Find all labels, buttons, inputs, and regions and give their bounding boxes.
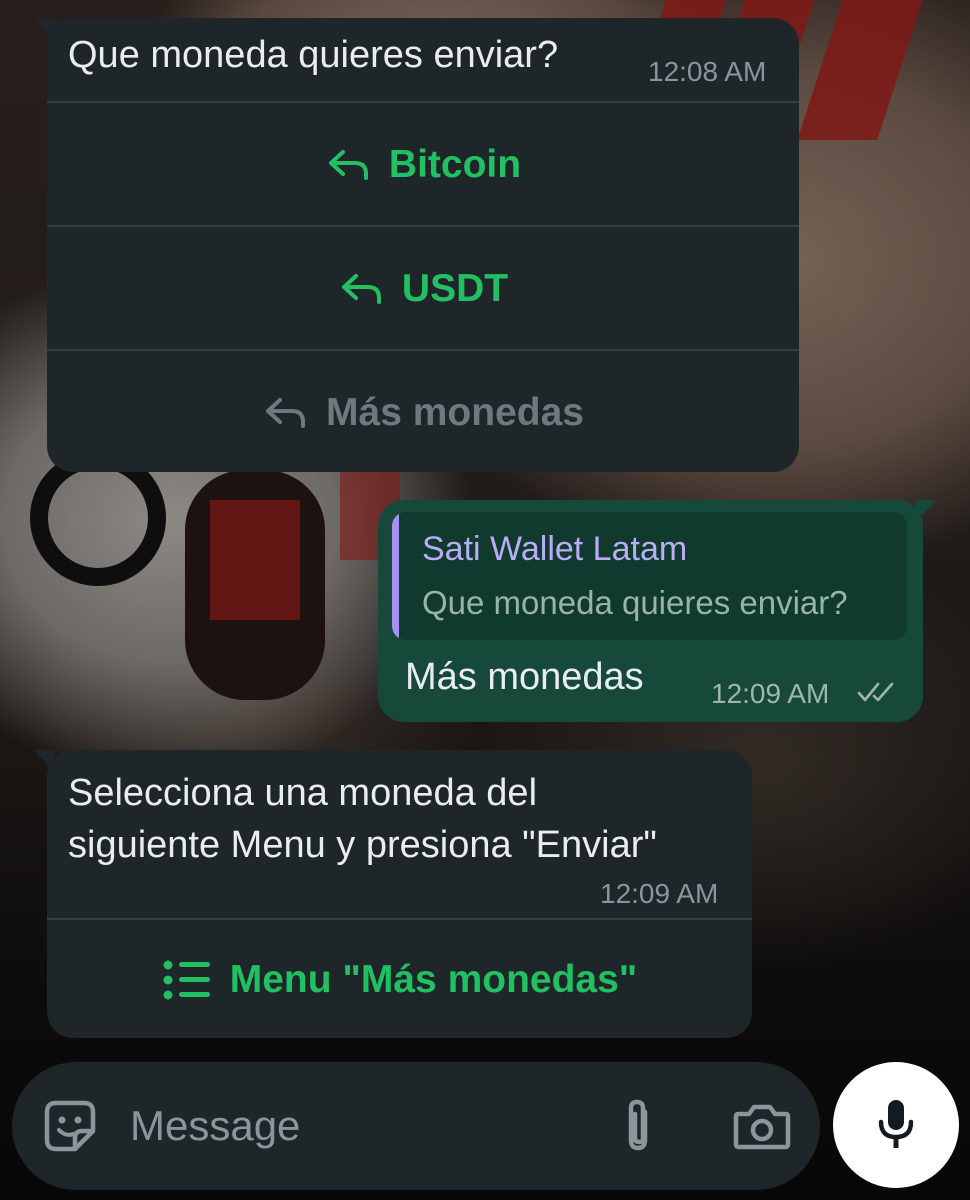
reply-button-bitcoin[interactable]: Bitcoin <box>47 101 799 227</box>
mic-icon <box>878 1100 914 1148</box>
quoted-message[interactable]: Sati Wallet Latam Que moneda quieres env… <box>392 512 907 640</box>
voice-record-button[interactable] <box>833 1062 959 1188</box>
bubble-tail <box>915 500 937 522</box>
camera-icon[interactable] <box>732 1100 792 1152</box>
incoming-message-bubble: Que moneda quieres enviar? 12:08 AM Bitc… <box>33 18 799 475</box>
list-menu-icon <box>163 960 210 1000</box>
incoming-message-bubble: Selecciona una moneda del siguiente Menu… <box>33 750 752 1040</box>
reply-arrow-icon <box>341 274 381 304</box>
reply-button-mas-monedas[interactable]: Más monedas <box>47 349 799 475</box>
message-input[interactable]: Message <box>130 1102 300 1150</box>
message-text-line-1: Selecciona una moneda del <box>68 772 538 814</box>
bubble-tail <box>33 750 55 772</box>
sticker-icon[interactable] <box>42 1098 98 1154</box>
reply-button-usdt[interactable]: USDT <box>47 225 799 351</box>
button-label: Menu "Más monedas" <box>229 958 638 1001</box>
quote-accent-bar <box>392 512 399 640</box>
bubble-tail <box>33 18 55 40</box>
reply-arrow-icon <box>266 398 306 428</box>
quoted-sender: Sati Wallet Latam <box>422 530 688 568</box>
outgoing-message-bubble: Sati Wallet Latam Que moneda quieres env… <box>378 500 937 722</box>
attach-icon[interactable] <box>618 1096 658 1156</box>
message-text: Que moneda quieres enviar? <box>68 34 559 76</box>
message-time: 12:09 AM <box>711 678 830 709</box>
reply-arrow-icon <box>328 150 368 180</box>
button-label: Más monedas <box>326 391 584 434</box>
quoted-text: Que moneda quieres enviar? <box>422 584 848 621</box>
message-text-line-2: siguiente Menu y presiona "Enviar" <box>68 824 657 866</box>
double-check-icon <box>857 682 894 702</box>
button-label: Bitcoin <box>388 143 522 186</box>
message-time: 12:09 AM <box>600 878 719 909</box>
message-composer: Message <box>12 1062 820 1190</box>
menu-button-mas-monedas[interactable]: Menu "Más monedas" <box>47 918 752 1040</box>
message-time: 12:08 AM <box>648 56 767 87</box>
message-text: Más monedas <box>405 656 644 698</box>
button-label: USDT <box>401 267 509 310</box>
